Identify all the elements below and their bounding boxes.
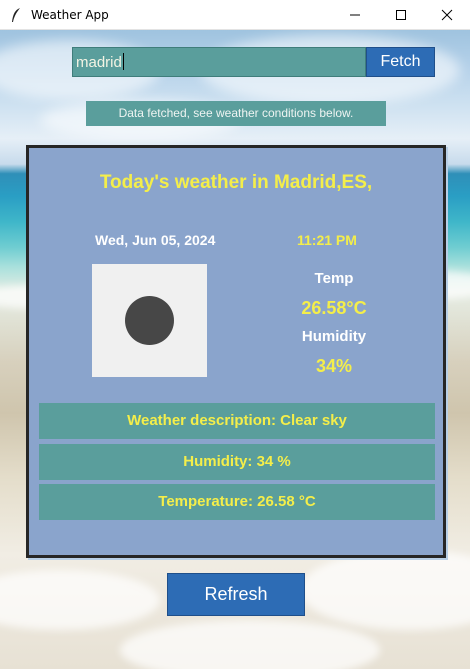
status-message: Data fetched, see weather conditions bel…: [86, 101, 386, 126]
date-label: Wed, Jun 05, 2024: [95, 232, 216, 248]
title-bar: Weather App: [0, 0, 470, 30]
humidity-value: 34%: [315, 356, 353, 376]
humidity-label: Humidity: [301, 328, 367, 345]
close-icon: [441, 9, 453, 21]
city-search-value: madrid: [76, 54, 122, 71]
weather-heading: Today's weather in Madrid,ES,: [99, 172, 373, 193]
temp-label: Temp: [314, 270, 354, 287]
time-label: 11:21 PM: [297, 232, 357, 248]
temperature-bar: Temperature: 26.58 °C: [39, 484, 435, 520]
fetch-button[interactable]: Fetch: [366, 47, 435, 77]
text-caret: [122, 53, 124, 70]
close-button[interactable]: [424, 0, 470, 30]
humidity-bar: Humidity: 34 %: [39, 444, 435, 480]
weather-description-bar: Weather description: Clear sky: [39, 403, 435, 439]
minimize-icon: [350, 14, 360, 16]
temp-value: 26.58°C: [301, 298, 367, 318]
sun-dot: [125, 296, 174, 345]
window-title: Weather App: [31, 8, 109, 22]
minimize-button[interactable]: [332, 0, 378, 30]
maximize-icon: [396, 10, 406, 20]
maximize-button[interactable]: [378, 0, 424, 30]
refresh-button[interactable]: Refresh: [167, 573, 305, 616]
clear-sky-icon: [92, 264, 207, 377]
city-search-input[interactable]: madrid: [72, 47, 366, 77]
feather-icon: [10, 7, 22, 23]
weather-panel: Today's weather in Madrid,ES, Wed, Jun 0…: [26, 145, 446, 558]
